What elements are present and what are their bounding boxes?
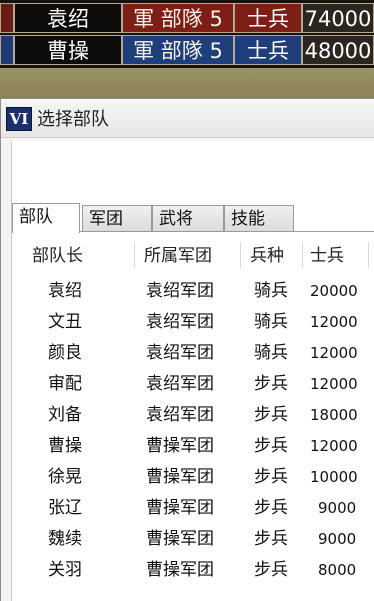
status-row-marker bbox=[0, 35, 14, 65]
cell-corps: 曹操军团 bbox=[146, 436, 214, 456]
cell-type: 步兵 bbox=[254, 498, 288, 518]
column-separator[interactable] bbox=[134, 242, 135, 268]
table-row[interactable]: 张辽 曹操军团 步兵 9000 bbox=[12, 493, 374, 524]
tab-corps[interactable]: 军团 bbox=[82, 205, 152, 231]
status-soldier-label: 士兵 bbox=[234, 3, 302, 33]
cell-type: 骑兵 bbox=[254, 281, 288, 301]
status-soldier-count: 74000 bbox=[302, 3, 374, 33]
cell-corps: 袁绍军团 bbox=[146, 374, 214, 394]
army-units-count: 5 bbox=[209, 39, 223, 63]
cell-corps: 曹操军团 bbox=[146, 467, 214, 487]
cell-leader: 刘备 bbox=[48, 405, 82, 425]
cell-soldiers: 12000 bbox=[310, 375, 358, 393]
cell-soldiers: 12000 bbox=[310, 313, 358, 331]
dialog-content: 部队 军团 武将 技能 部队长 所属军团 兵种 士兵 袁绍 袁绍军团 骑兵 20… bbox=[11, 141, 374, 601]
cell-type: 步兵 bbox=[254, 467, 288, 487]
cell-corps: 袁绍军团 bbox=[146, 312, 214, 332]
cell-corps: 袁绍军团 bbox=[146, 343, 214, 363]
table-row[interactable]: 曹操 曹操军团 步兵 12000 bbox=[12, 431, 374, 462]
cell-soldiers: 9000 bbox=[318, 530, 357, 548]
cell-soldiers: 12000 bbox=[310, 437, 358, 455]
status-row-caocao: 曹操 軍 部隊 5 士兵 48000 bbox=[0, 35, 374, 65]
tab-skills[interactable]: 技能 bbox=[224, 205, 294, 231]
cell-type: 步兵 bbox=[254, 560, 288, 580]
table-row[interactable]: 袁绍 袁绍军团 骑兵 20000 bbox=[12, 276, 374, 307]
status-army-units: 軍 部隊 5 bbox=[122, 3, 234, 33]
cell-soldiers: 8000 bbox=[318, 561, 357, 579]
cell-soldiers: 12000 bbox=[310, 344, 358, 362]
army-units-label: 軍 部隊 bbox=[133, 39, 203, 63]
cell-leader: 审配 bbox=[48, 374, 82, 394]
status-soldier-count: 48000 bbox=[302, 35, 374, 65]
table-row[interactable]: 魏续 曹操军团 步兵 9000 bbox=[12, 524, 374, 555]
cell-type: 步兵 bbox=[254, 374, 288, 394]
status-commander-name: 曹操 bbox=[14, 35, 122, 65]
status-soldier-label: 士兵 bbox=[234, 35, 302, 65]
cell-type: 骑兵 bbox=[254, 312, 288, 332]
app-logo-icon: VI bbox=[6, 107, 32, 131]
cell-leader: 袁绍 bbox=[48, 281, 82, 301]
army-units-label: 軍 部隊 bbox=[133, 7, 203, 31]
dialog-titlebar[interactable]: VI 选择部队 bbox=[1, 99, 374, 138]
select-unit-dialog: VI 选择部队 部队 军团 武将 技能 部队长 所属军团 兵种 士兵 袁绍 袁绍… bbox=[0, 98, 374, 601]
cell-soldiers: 20000 bbox=[310, 282, 358, 300]
status-army-units: 軍 部隊 5 bbox=[122, 35, 234, 65]
column-header-type[interactable]: 兵种 bbox=[250, 236, 284, 276]
cell-soldiers: 18000 bbox=[310, 406, 358, 424]
status-row-yuanshao: 袁绍 軍 部隊 5 士兵 74000 bbox=[0, 3, 374, 33]
column-header-leader[interactable]: 部队长 bbox=[32, 236, 83, 276]
column-separator[interactable] bbox=[302, 242, 303, 268]
table-row[interactable]: 颜良 袁绍军团 骑兵 12000 bbox=[12, 338, 374, 369]
cell-leader: 徐晃 bbox=[48, 467, 82, 487]
table-row[interactable]: 徐晃 曹操军团 步兵 10000 bbox=[12, 462, 374, 493]
army-units-count: 5 bbox=[209, 7, 223, 31]
status-commander-name: 袁绍 bbox=[14, 3, 122, 33]
cell-type: 步兵 bbox=[254, 529, 288, 549]
cell-type: 步兵 bbox=[254, 436, 288, 456]
status-row-marker bbox=[0, 3, 14, 33]
table-row[interactable]: 关羽 曹操军团 步兵 8000 bbox=[12, 555, 374, 586]
column-header-corps[interactable]: 所属军团 bbox=[144, 236, 212, 276]
column-separator[interactable] bbox=[240, 242, 241, 268]
cell-corps: 袁绍军团 bbox=[146, 281, 214, 301]
cell-leader: 张辽 bbox=[48, 498, 82, 518]
cell-leader: 曹操 bbox=[48, 436, 82, 456]
army-status-bar: 袁绍 軍 部隊 5 士兵 74000 曹操 軍 部隊 5 士兵 48000 bbox=[0, 0, 374, 70]
cell-leader: 关羽 bbox=[48, 560, 82, 580]
column-header-soldiers[interactable]: 士兵 bbox=[310, 236, 344, 276]
battlefield-background bbox=[0, 68, 374, 98]
tab-bar: 部队 军团 武将 技能 bbox=[12, 203, 374, 233]
tab-units[interactable]: 部队 bbox=[12, 203, 80, 233]
cell-leader: 颜良 bbox=[48, 343, 82, 363]
table-header: 部队长 所属军团 兵种 士兵 bbox=[12, 236, 374, 276]
cell-leader: 文丑 bbox=[48, 312, 82, 332]
table-row[interactable]: 文丑 袁绍军团 骑兵 12000 bbox=[12, 307, 374, 338]
cell-corps: 袁绍军团 bbox=[146, 405, 214, 425]
cell-corps: 曹操军团 bbox=[146, 560, 214, 580]
table-row[interactable]: 审配 袁绍军团 步兵 12000 bbox=[12, 369, 374, 400]
column-separator[interactable] bbox=[368, 242, 369, 268]
cell-type: 骑兵 bbox=[254, 343, 288, 363]
cell-corps: 曹操军团 bbox=[146, 498, 214, 518]
cell-soldiers: 10000 bbox=[310, 468, 358, 486]
cell-leader: 魏续 bbox=[48, 529, 82, 549]
table-row[interactable]: 刘备 袁绍军团 步兵 18000 bbox=[12, 400, 374, 431]
cell-soldiers: 9000 bbox=[318, 499, 357, 517]
dialog-title: 选择部队 bbox=[37, 109, 109, 130]
cell-corps: 曹操军团 bbox=[146, 529, 214, 549]
tab-officers[interactable]: 武将 bbox=[152, 205, 224, 231]
cell-type: 步兵 bbox=[254, 405, 288, 425]
